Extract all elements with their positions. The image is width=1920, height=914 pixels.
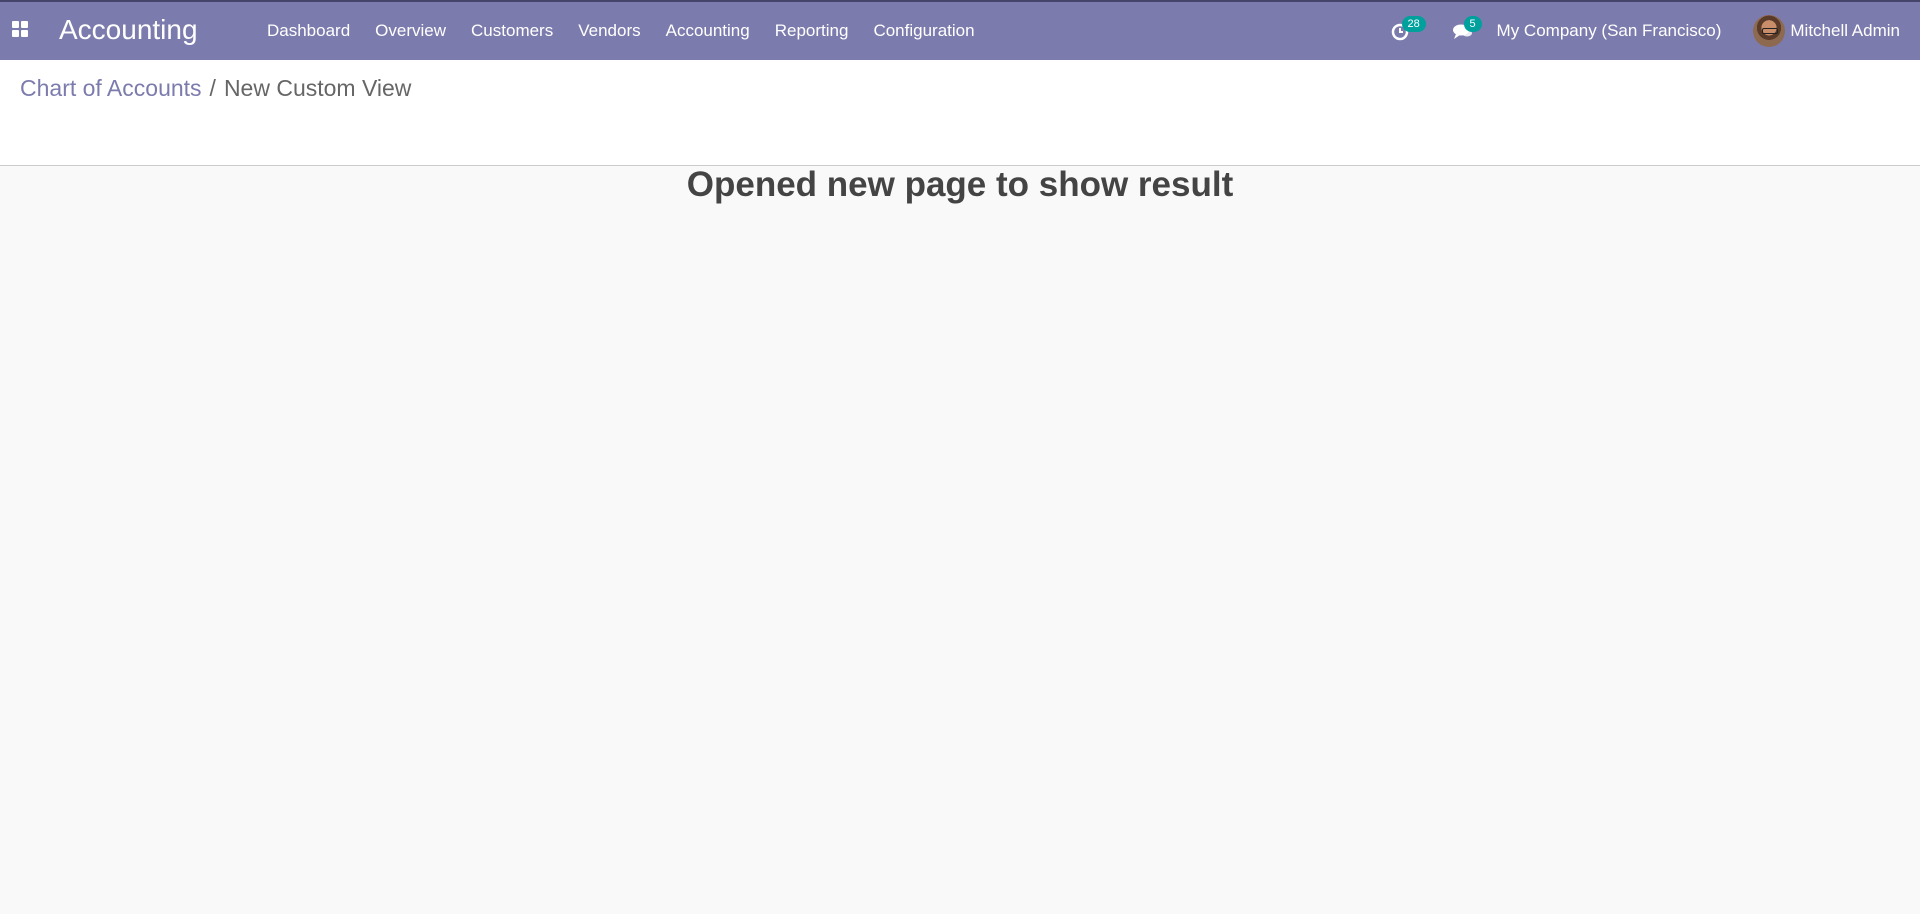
menu-item-vendors[interactable]: Vendors — [566, 2, 653, 60]
apps-menu-icon[interactable] — [12, 21, 28, 37]
activity-menu[interactable]: 28 — [1390, 16, 1426, 42]
menu-item-reporting[interactable]: Reporting — [762, 2, 861, 60]
result-message-heading: Opened new page to show result — [686, 165, 1234, 204]
control-panel: Chart of Accounts / New Custom View — [0, 60, 1920, 166]
systray: 28 5 My Company (San Francisco) Mitchell… — [1390, 2, 1920, 60]
breadcrumb-current: New Custom View — [223, 75, 412, 101]
breadcrumb-parent-link[interactable]: Chart of Accounts — [20, 74, 202, 102]
avatar — [1753, 15, 1786, 47]
breadcrumb: Chart of Accounts / New Custom View — [20, 74, 411, 102]
messages-menu[interactable]: 5 — [1452, 16, 1482, 42]
menu-item-dashboard[interactable]: Dashboard — [267, 2, 363, 60]
app-name[interactable]: Accounting — [59, 14, 198, 46]
menu-item-configuration[interactable]: Configuration — [861, 2, 987, 60]
breadcrumb-separator: / — [209, 75, 216, 101]
main-menu: Dashboard Overview Customers Vendors Acc… — [267, 2, 987, 60]
user-menu[interactable]: Mitchell Admin — [1753, 15, 1900, 47]
menu-item-customers[interactable]: Customers — [459, 2, 566, 60]
top-navbar: Accounting Dashboard Overview Customers … — [0, 0, 1920, 60]
company-switcher[interactable]: My Company (San Francisco) — [1497, 21, 1722, 41]
messages-count-badge: 5 — [1463, 16, 1482, 32]
menu-item-accounting[interactable]: Accounting — [653, 2, 762, 60]
menu-item-overview[interactable]: Overview — [363, 2, 459, 60]
activity-count-badge: 28 — [1401, 16, 1426, 32]
user-name: Mitchell Admin — [1790, 21, 1900, 40]
